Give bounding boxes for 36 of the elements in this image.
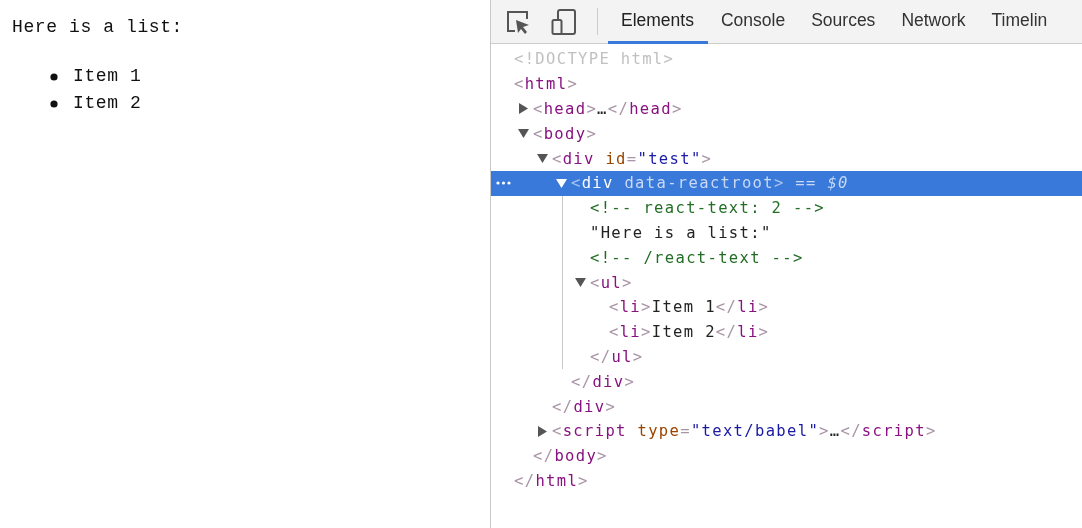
dom-closing-tag-row[interactable]: </ul> <box>491 344 1082 370</box>
devtools-tab[interactable]: Sources <box>798 0 889 44</box>
dom-closing-tag-row[interactable]: </div> <box>491 369 1082 395</box>
triangle-down-icon[interactable] <box>575 277 586 289</box>
selected-dom-node-row[interactable]: <div data-reactroot> == $0 <box>491 171 1082 196</box>
bullet-icon <box>50 72 58 81</box>
dom-closing-tag-row[interactable]: </div> <box>491 394 1082 419</box>
dom-closing-tag-row[interactable]: </body> <box>491 443 1082 469</box>
list-item-text: Item 2 <box>73 92 142 115</box>
dom-node-row[interactable]: <li>Item 1</li> <box>491 294 1082 320</box>
devtools-tab[interactable]: Network <box>888 0 979 44</box>
page-text: Here is a list: <box>12 16 184 39</box>
dom-node-row[interactable]: <!-- /react-text --> <box>491 245 1082 271</box>
list-item-text: Item 1 <box>73 65 142 88</box>
dom-node-row[interactable]: <body> <box>491 121 1082 147</box>
devtools-tab[interactable]: Timelin <box>978 0 1061 44</box>
triangle-down-icon[interactable] <box>556 177 567 189</box>
triangle-right-icon[interactable] <box>518 103 529 115</box>
dom-node-row[interactable]: <!-- react-text: 2 --> <box>491 195 1082 221</box>
dom-node-row[interactable]: <ul> <box>491 270 1082 295</box>
devtools-tab[interactable]: Console <box>707 0 799 44</box>
dom-node-row[interactable]: <li>Item 2</li> <box>491 319 1082 345</box>
dom-closing-tag-row[interactable]: </html> <box>491 468 1082 494</box>
dom-node-row[interactable]: "Here is a list:" <box>491 220 1082 246</box>
triangle-down-icon[interactable] <box>537 153 548 165</box>
devtools-tab[interactable]: Elements <box>608 0 708 44</box>
device-toolbar-icon[interactable] <box>551 8 577 35</box>
dom-node-row[interactable]: <div id="test"> <box>491 146 1082 171</box>
triangle-right-icon[interactable] <box>537 425 548 437</box>
dom-node-row[interactable]: <head>…</head> <box>491 96 1082 122</box>
dom-node-row[interactable]: <html> <box>491 71 1082 97</box>
triangle-down-icon[interactable] <box>518 128 529 140</box>
dom-node-row[interactable]: <script type="text/babel">…</script> <box>491 418 1082 444</box>
more-icon[interactable] <box>496 181 511 185</box>
bullet-icon <box>50 99 58 108</box>
inspect-element-icon[interactable] <box>505 8 531 35</box>
